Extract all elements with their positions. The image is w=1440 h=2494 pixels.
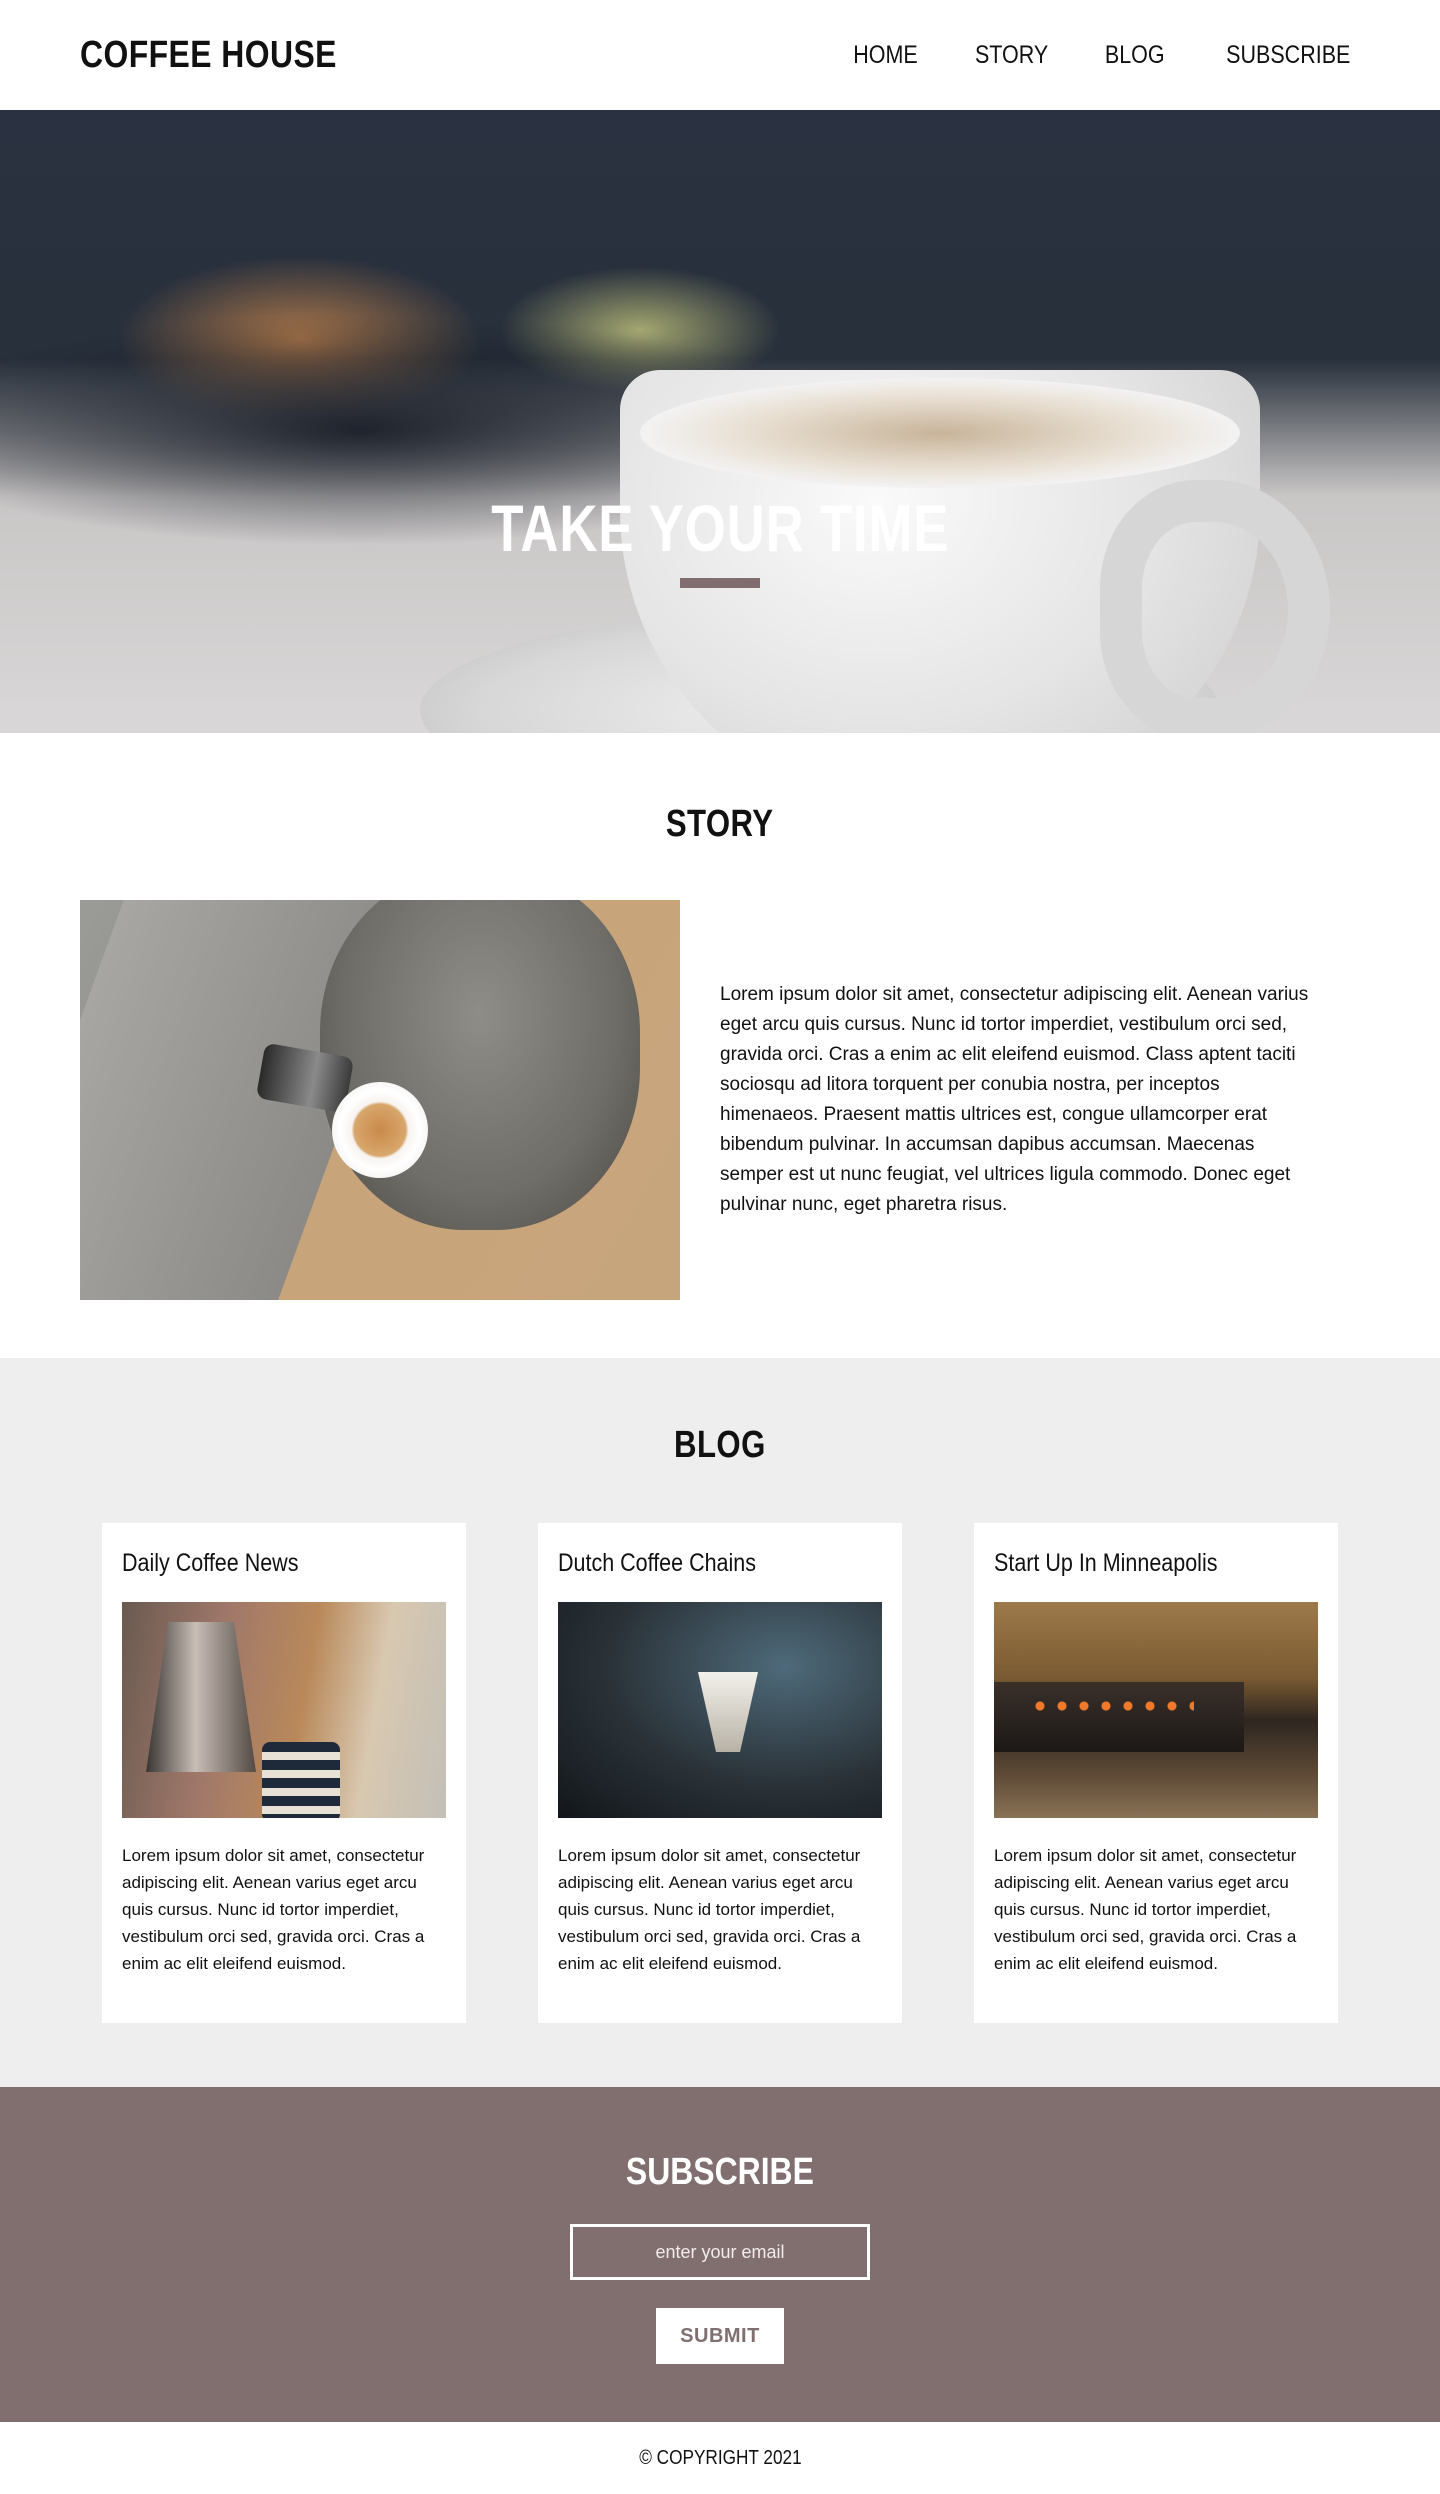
blog-heading-text: BLOG	[674, 1424, 766, 1466]
hero-title-underline	[680, 578, 760, 588]
story-paragraph: Lorem ipsum dolor sit amet, consectetur …	[720, 984, 1309, 1215]
copyright-text: © COPYRIGHT 2021	[638, 2446, 802, 2469]
blog-card-title[interactable]: Daily Coffee News	[122, 1549, 298, 1578]
espresso-machine-lights	[1034, 1700, 1194, 1712]
story-body: Lorem ipsum dolor sit amet, consectetur …	[80, 900, 1360, 1300]
blog-card-image-espresso-machine	[994, 1602, 1318, 1818]
blog-card-text: Lorem ipsum dolor sit amet, consectetur …	[994, 1846, 1297, 1973]
story-image-person	[320, 900, 640, 1230]
nav-link-blog[interactable]: BLOG	[1105, 41, 1165, 70]
subscribe-heading: SUBSCRIBE	[625, 2151, 815, 2193]
blog-card-image-moka-pot	[122, 1602, 446, 1818]
blog-card[interactable]: Dutch Coffee Chains Lorem ipsum dolor si…	[538, 1523, 902, 2023]
hero-content: TAKE YOUR TIME	[0, 490, 1440, 588]
blog-card-title[interactable]: Start Up In Minneapolis	[994, 1549, 1217, 1578]
blog-card-text: Lorem ipsum dolor sit amet, consectetur …	[122, 1846, 425, 1973]
blog-card[interactable]: Start Up In Minneapolis Lorem ipsum dolo…	[974, 1523, 1338, 2023]
story-section: STORY Lorem ipsum dolor sit amet, consec…	[0, 733, 1440, 1358]
espresso-machine-shape	[994, 1682, 1244, 1752]
blog-card-image-pour-over	[558, 1602, 882, 1818]
blog-card-title[interactable]: Dutch Coffee Chains	[558, 1549, 756, 1578]
hero-title: TAKE YOUR TIME	[490, 491, 950, 565]
blog-card[interactable]: Daily Coffee News Lorem ipsum dolor sit …	[102, 1523, 466, 2023]
main-nav: HOME STORY BLOG SUBSCRIBE	[848, 41, 1360, 70]
site-footer: © COPYRIGHT 2021	[0, 2422, 1440, 2494]
blog-card-list: Daily Coffee News Lorem ipsum dolor sit …	[0, 1523, 1440, 2023]
site-header: COFFEE HOUSE HOME STORY BLOG SUBSCRIBE	[0, 0, 1440, 110]
moka-pot-shape	[146, 1622, 256, 1772]
blog-card-text: Lorem ipsum dolor sit amet, consectetur …	[558, 1846, 861, 1973]
nav-link-subscribe[interactable]: SUBSCRIBE	[1226, 41, 1350, 70]
nav-link-story[interactable]: STORY	[975, 41, 1048, 70]
subscribe-section: SUBSCRIBE SUBMIT	[0, 2087, 1440, 2422]
story-heading: STORY	[80, 803, 1360, 846]
email-input[interactable]	[570, 2224, 870, 2280]
nav-link-home[interactable]: HOME	[853, 41, 918, 70]
submit-button[interactable]: SUBMIT	[656, 2308, 784, 2364]
blog-section: BLOG Daily Coffee News Lorem ipsum dolor…	[0, 1358, 1440, 2087]
pour-over-dripper-shape	[698, 1672, 758, 1752]
striped-mug-shape	[262, 1742, 340, 1818]
site-logo[interactable]: COFFEE HOUSE	[80, 34, 337, 77]
story-heading-text: STORY	[666, 803, 774, 845]
hero-cup-rim-image	[640, 378, 1240, 488]
hero-banner: TAKE YOUR TIME	[0, 110, 1440, 733]
story-image-latte-cup	[332, 1082, 428, 1178]
story-barista-image	[80, 900, 680, 1300]
blog-heading: BLOG	[0, 1424, 1440, 1467]
